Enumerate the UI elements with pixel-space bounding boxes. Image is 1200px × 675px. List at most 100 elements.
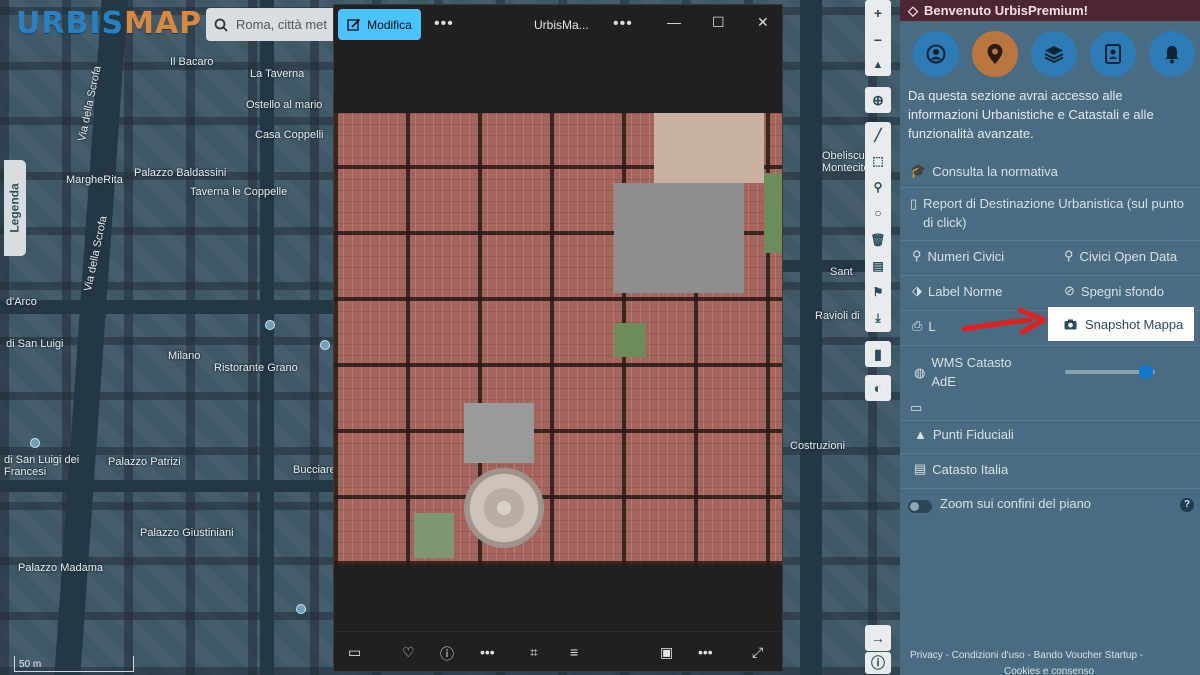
courtyard [414, 513, 454, 558]
pin-icon: ⚲ [1064, 248, 1074, 263]
triangle-icon: ▲ [914, 427, 927, 442]
bookmark-button[interactable]: ▮ [865, 341, 891, 367]
close-icon[interactable]: ✕ [757, 14, 769, 31]
panel-footer-links[interactable]: Privacy - Condizioni d'uso - Bando Vouch… [910, 650, 1143, 661]
scale-label: 50 m [19, 659, 42, 670]
poi-marker[interactable] [30, 438, 40, 448]
info-button[interactable]: ⓘ [865, 652, 891, 674]
report-item[interactable]: ▯ Report di Destinazione Urbanistica (su… [900, 194, 1200, 234]
printer-icon: ⎙ [912, 318, 923, 333]
search-input[interactable]: Roma, città met [206, 8, 346, 41]
more-options-icon[interactable]: ••• [698, 644, 713, 660]
pin-icon[interactable]: ⚑ [873, 285, 884, 299]
consulta-label: Consulta la normativa [932, 163, 1058, 179]
consulta-normativa-item[interactable]: 🎓 Consulta la normativa [900, 160, 1200, 182]
poi-marker[interactable] [265, 320, 275, 330]
print-label: L [928, 318, 936, 334]
filmstrip-icon[interactable]: ▭ [348, 644, 361, 661]
legend-tab[interactable]: Legenda [4, 160, 26, 256]
street-label: d'Arco [6, 296, 37, 308]
visual-search-icon[interactable]: ⌗ [530, 644, 538, 661]
opacity-slider-knob[interactable] [1139, 365, 1153, 379]
panel-footer-cookies[interactable]: Cookies e consenso [1004, 666, 1094, 675]
maximize-icon[interactable]: ☐ [712, 14, 725, 31]
street [0, 300, 333, 314]
fullscreen-icon[interactable]: ⤢ [752, 644, 763, 661]
slideshow-icon[interactable]: ▣ [660, 644, 673, 661]
zoom-out-icon[interactable]: − [874, 32, 882, 48]
punti-fiduciali-label: Punti Fiduciali [932, 427, 1014, 442]
layers-tab-button[interactable] [1031, 31, 1077, 77]
viewer-titlebar: Modifica ••• UrbisMa... ••• ― ☐ ✕ [334, 5, 782, 45]
panel-header: ◇ Benvenuto UrbisPremium! [900, 0, 1200, 21]
poi-label: Obeliscus Montecitorio [822, 150, 882, 174]
numeri-civici-item[interactable]: ⚲ Numeri Civici [912, 248, 1004, 264]
download-icon[interactable]: ⤓ [875, 311, 880, 326]
spegni-sfondo-item[interactable]: ⊘ Spegni sfondo [1064, 283, 1164, 299]
info-icon[interactable]: ⓘ [440, 644, 454, 664]
print-item[interactable]: ⎙ L [912, 318, 936, 334]
zoom-in-icon[interactable]: + [874, 5, 882, 21]
user-tab-button[interactable] [913, 31, 959, 77]
poi-label: Palazzo Madama [18, 562, 103, 574]
divider [900, 345, 1200, 346]
edit-button[interactable]: Modifica [338, 9, 421, 40]
more-options-icon[interactable]: ••• [434, 15, 454, 33]
panel-header-title: Benvenuto UrbisPremium! [924, 3, 1088, 18]
trash-icon[interactable]: 🗑 [870, 233, 885, 247]
globe-icon: ◐ [873, 380, 883, 396]
report-label: Report di Destinazione Urbanistica (sul … [923, 196, 1185, 230]
catasto-italia-label: Catasto Italia [932, 461, 1009, 477]
panel-toggle-button[interactable]: → [865, 625, 891, 651]
more-options-icon[interactable]: ••• [613, 15, 633, 33]
catasto-italia-item[interactable]: ▤ Catasto Italia [914, 461, 1008, 477]
more-options-icon[interactable]: ••• [480, 644, 495, 660]
map-scale: 50 m [14, 656, 134, 672]
marker-tool-icon[interactable]: ⚲ [874, 180, 883, 194]
poi-marker[interactable] [296, 604, 306, 614]
search-icon [214, 18, 228, 32]
poi-label: Palazzo Baldassini [134, 167, 227, 179]
globe-icon: ◍ [914, 364, 926, 380]
location-tab-button[interactable] [972, 31, 1018, 77]
globe-button[interactable]: ◐ [865, 375, 891, 401]
divider [900, 187, 1200, 188]
poi-marker[interactable] [320, 340, 330, 350]
wms-catasto-item[interactable]: ◍ WMS Catasto AdE [914, 353, 1034, 391]
polygon-tool-icon[interactable]: ⬚ [872, 154, 883, 168]
punti-fiduciali-item[interactable]: ▲ Punti Fiduciali [914, 427, 1014, 442]
geolocate-button[interactable]: ⊕ [865, 87, 891, 113]
divider [900, 488, 1200, 489]
crosshair-icon: ⊕ [872, 91, 884, 108]
tag-icon: ⬗ [912, 283, 922, 298]
urbismap-logo[interactable]: URBISMAP [16, 6, 202, 41]
snapshot-mappa-button[interactable]: Snapshot Mappa [1048, 307, 1194, 341]
notifications-tab-button[interactable] [1149, 31, 1195, 77]
layers-tool-icon[interactable]: ▤ [872, 259, 883, 273]
contacts-tab-button[interactable] [1090, 31, 1136, 77]
logo-text: URBIS [16, 6, 125, 41]
help-icon[interactable]: ? [1180, 498, 1194, 512]
briefcase-item[interactable]: ▭ [910, 400, 922, 416]
line-tool-icon[interactable]: ╱ [874, 128, 881, 142]
info-icon: ⓘ [871, 655, 885, 671]
zoom-confini-toggle[interactable] [908, 500, 932, 513]
compass-icon[interactable]: ▲ [873, 59, 884, 71]
favorite-icon[interactable]: ♡ [402, 644, 415, 661]
viewer-title: UrbisMa... [534, 18, 589, 32]
contact-book-icon [1105, 44, 1121, 64]
civici-open-data-item[interactable]: ⚲ Civici Open Data [1064, 248, 1177, 264]
text-extract-icon[interactable]: ≡ [570, 644, 578, 660]
street [0, 480, 333, 492]
courtyard [614, 323, 646, 357]
eye-off-icon: ⊘ [1064, 283, 1075, 298]
report-icon: ▯ [910, 196, 918, 211]
label-norme-item[interactable]: ⬗ Label Norme [912, 283, 1002, 299]
spegni-sfondo-label: Spegni sfondo [1080, 283, 1165, 299]
minimize-icon[interactable]: ― [667, 14, 681, 30]
circle-tool-icon[interactable]: ○ [874, 206, 881, 220]
poi-label: La Taverna [250, 68, 305, 80]
user-icon [926, 44, 946, 64]
aerial-photo [334, 113, 782, 565]
poi-label: MargheRita [66, 174, 123, 186]
